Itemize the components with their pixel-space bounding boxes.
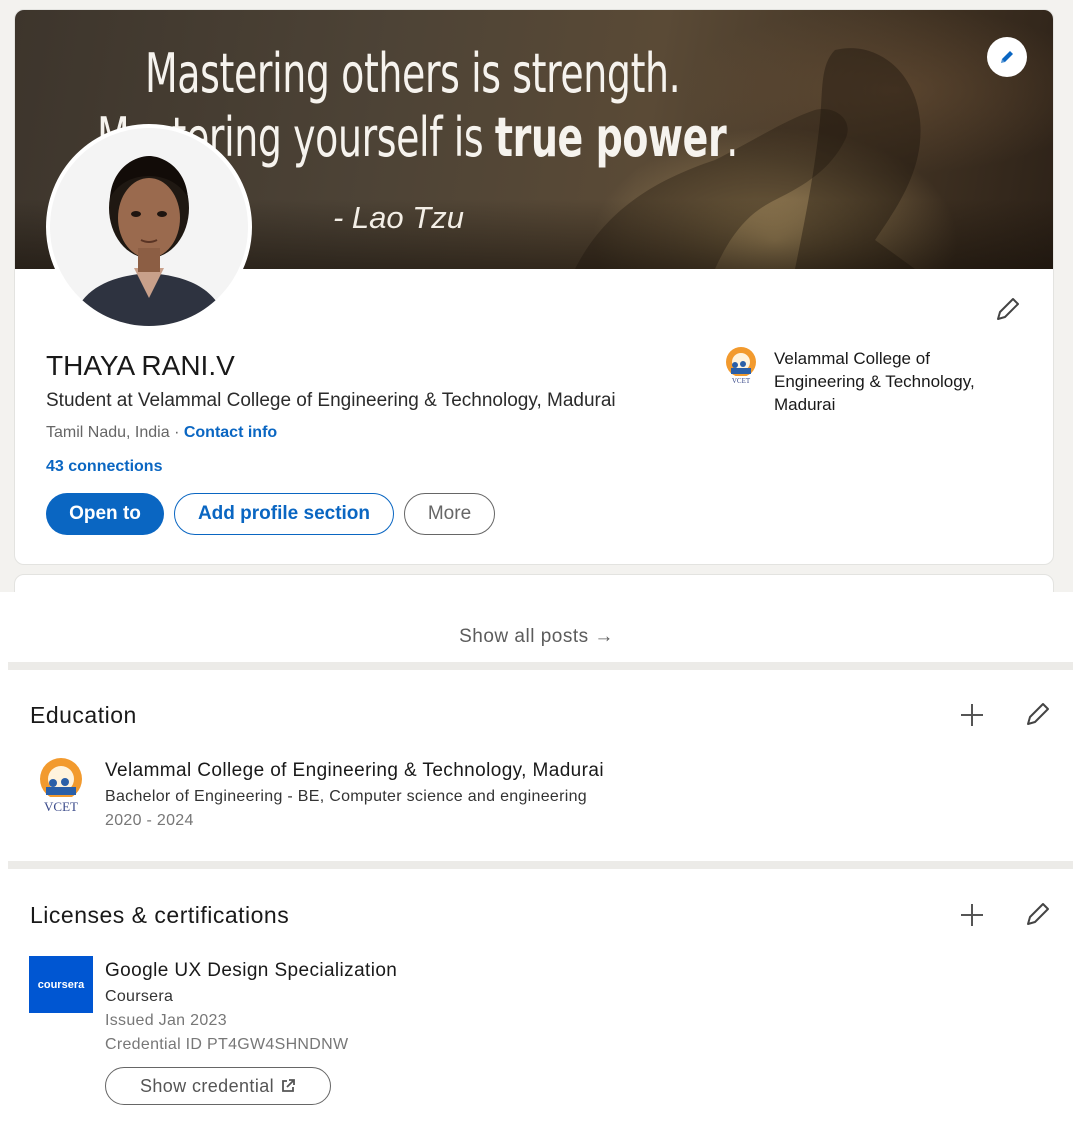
- connections-link[interactable]: 43 connections: [46, 458, 162, 476]
- pencil-outline-icon: [997, 298, 1019, 320]
- profile-name: THAYA RANI.V: [46, 350, 235, 381]
- education-school-name[interactable]: Velammal College of Engineering & Techno…: [105, 760, 604, 782]
- education-degree: Bachelor of Engineering - BE, Computer s…: [105, 788, 587, 805]
- contact-info-link[interactable]: Contact info: [184, 424, 277, 441]
- show-all-posts-link[interactable]: Show all posts →: [0, 626, 1073, 648]
- profile-location: Tamil Nadu, India ·: [46, 424, 184, 441]
- quote-line-2-bold: true power: [494, 106, 727, 169]
- profile-photo: [50, 128, 248, 326]
- more-button[interactable]: More: [404, 493, 495, 535]
- certification-issued-date: Issued Jan 2023: [105, 1012, 227, 1029]
- banner-quote-line-1: Mastering others is strength.: [145, 42, 681, 105]
- edit-education-button[interactable]: [1022, 700, 1052, 730]
- section-divider: [8, 662, 1073, 670]
- add-license-button[interactable]: [957, 900, 987, 930]
- credential-id: Credential ID PT4GW4SHNDNW: [105, 1036, 349, 1053]
- licenses-section-title: Licenses & certifications: [30, 902, 290, 928]
- vcet-logo-text: VCET: [44, 799, 78, 814]
- profile-location-row: Tamil Nadu, India · Contact info: [46, 424, 277, 442]
- plus-icon: [961, 704, 983, 726]
- coursera-logo[interactable]: coursera: [29, 956, 93, 1013]
- vcet-logo-icon: VCET: [726, 347, 756, 385]
- education-dates: 2020 - 2024: [105, 812, 194, 829]
- quote-line-2-end: .: [726, 106, 738, 169]
- school-logo[interactable]: VCET: [721, 346, 761, 386]
- edit-profile-button[interactable]: [991, 294, 1023, 326]
- add-profile-section-button[interactable]: Add profile section: [174, 493, 394, 535]
- section-divider: [8, 861, 1073, 869]
- education-school-logo[interactable]: VCET: [30, 757, 92, 815]
- add-education-button[interactable]: [957, 700, 987, 730]
- profile-headline: Student at Velammal College of Engineeri…: [46, 390, 616, 411]
- profile-top-card: Mastering others is strength. Mastering …: [14, 9, 1054, 565]
- external-link-icon: [282, 1079, 295, 1092]
- show-credential-label: Show credential: [139, 1075, 275, 1096]
- pencil-outline-icon: [1027, 703, 1049, 725]
- edit-banner-button[interactable]: [987, 37, 1027, 77]
- banner-quote-author: - Lao Tzu: [333, 200, 464, 235]
- certification-issuer: Coursera: [105, 988, 174, 1005]
- svg-text:VCET: VCET: [732, 377, 751, 385]
- edit-licenses-button[interactable]: [1022, 900, 1052, 930]
- profile-avatar[interactable]: [46, 124, 252, 330]
- pencil-outline-icon: [1027, 903, 1049, 925]
- vcet-logo-icon: VCET: [40, 758, 82, 814]
- show-credential-button[interactable]: Show credential: [105, 1067, 331, 1105]
- plus-icon: [961, 904, 983, 926]
- certification-name: Google UX Design Specialization: [105, 960, 398, 981]
- pencil-icon: [1001, 51, 1013, 63]
- education-section-title: Education: [30, 702, 137, 728]
- current-school-link[interactable]: Velammal College of Engineering & Techno…: [774, 347, 1014, 416]
- open-to-button[interactable]: Open to: [46, 493, 164, 535]
